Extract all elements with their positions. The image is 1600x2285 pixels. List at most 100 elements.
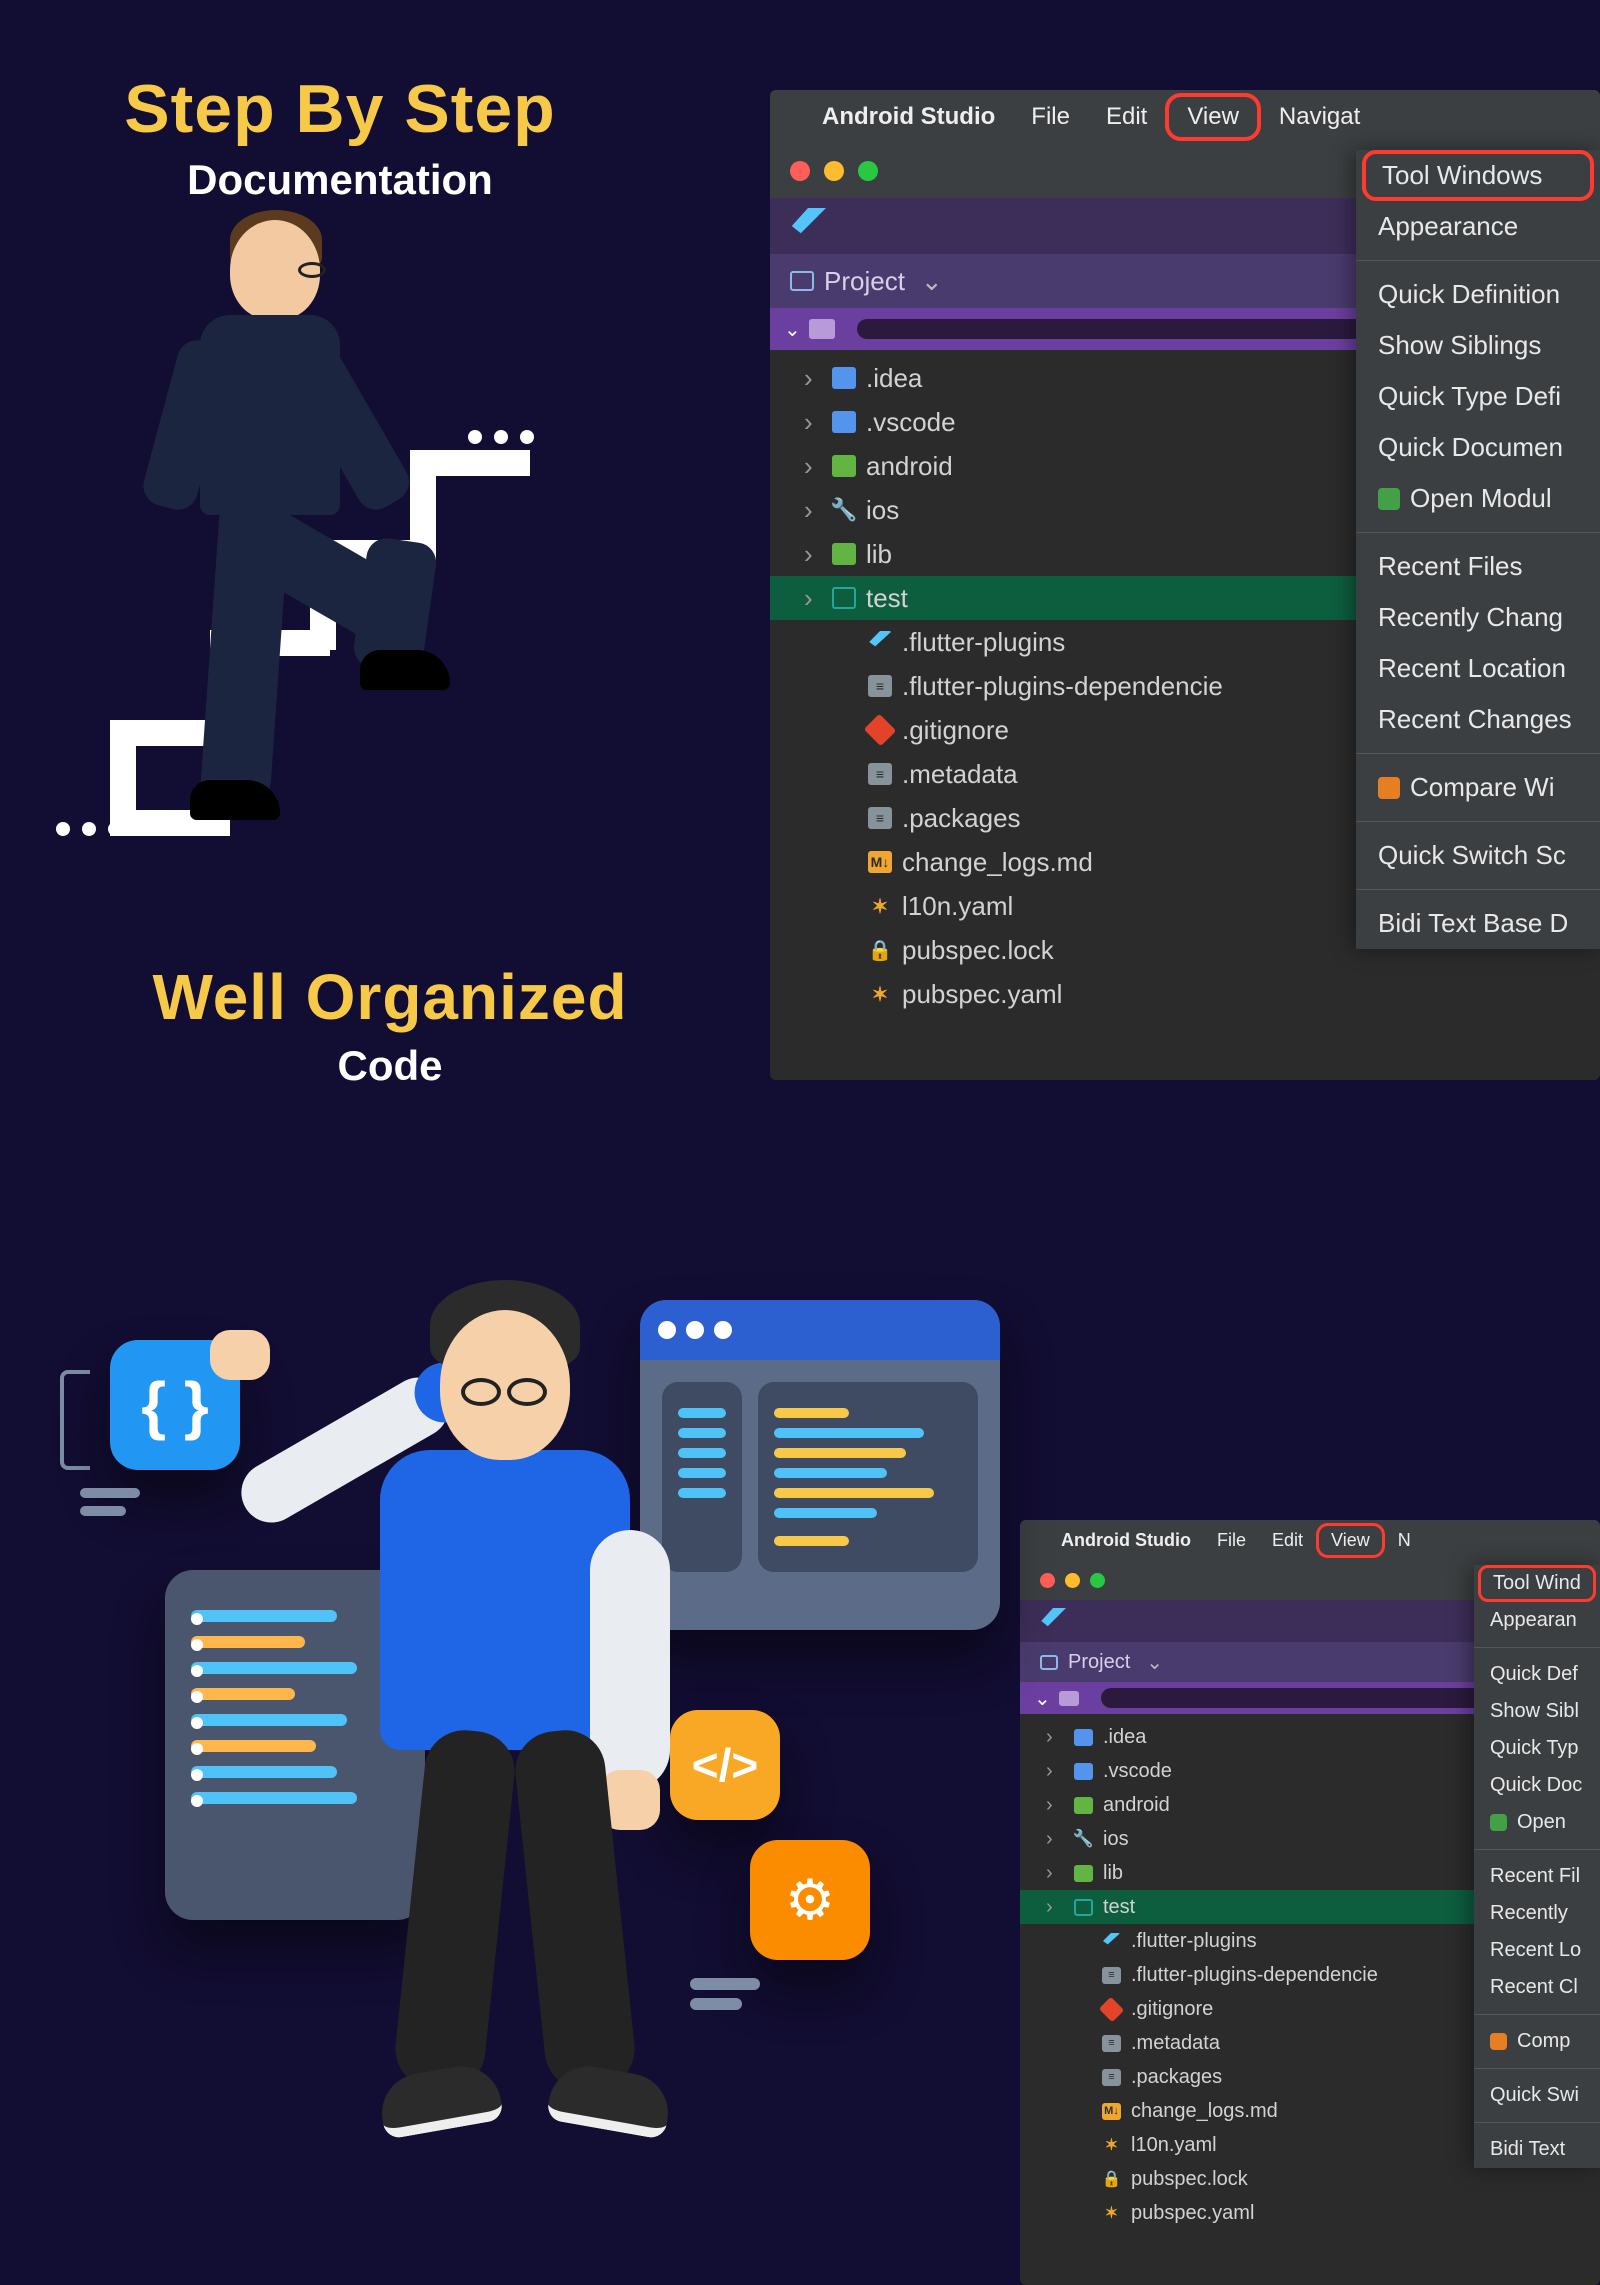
tree-item-label: .metadata bbox=[902, 759, 1018, 790]
tree-item-label: lib bbox=[1103, 1862, 1123, 1885]
window-close-icon[interactable] bbox=[790, 161, 810, 181]
tree-item-label: android bbox=[866, 451, 953, 482]
tree-item-label: .metadata bbox=[1131, 2032, 1220, 2055]
menu-item-label: Recent Cl bbox=[1490, 1976, 1578, 1999]
view-menu-item[interactable]: Open Modul bbox=[1356, 473, 1600, 524]
menu-item-label: Show Siblings bbox=[1378, 330, 1541, 361]
md-icon: M↓ bbox=[1102, 2103, 1121, 2120]
view-menu-item[interactable]: Comp bbox=[1474, 2023, 1600, 2060]
view-menu-item[interactable]: Quick Documen bbox=[1356, 422, 1600, 473]
tree-row[interactable]: ✶pubspec.yaml bbox=[1020, 2196, 1600, 2230]
tree-item-label: l10n.yaml bbox=[902, 891, 1013, 922]
window-maximize-icon[interactable] bbox=[858, 161, 878, 181]
app-name: Android Studio bbox=[804, 93, 1013, 141]
lock-icon: 🔒 bbox=[868, 939, 892, 961]
yaml-icon: ✶ bbox=[1102, 2205, 1121, 2222]
chevron-right-icon: › bbox=[804, 451, 822, 482]
view-menu-item[interactable]: Quick Definition bbox=[1356, 269, 1600, 320]
view-menu-item[interactable]: Quick Typ bbox=[1474, 1730, 1600, 1767]
project-icon bbox=[790, 271, 814, 291]
folder-blue-icon bbox=[832, 411, 856, 433]
menu-edit[interactable]: Edit bbox=[1259, 1523, 1316, 1558]
view-menu-item[interactable]: Recently bbox=[1474, 1895, 1600, 1932]
tree-row[interactable]: ✶pubspec.yaml bbox=[770, 972, 1600, 1016]
window-minimize-icon[interactable] bbox=[1065, 1573, 1080, 1588]
flutter-icon bbox=[790, 208, 826, 244]
menu-item-label: Recently bbox=[1490, 1902, 1568, 1925]
folder-blue-icon bbox=[1074, 1763, 1093, 1780]
view-menu-item[interactable]: Recent Files bbox=[1356, 541, 1600, 592]
menubar: Android Studio File Edit View Navigat bbox=[770, 90, 1600, 144]
menu-divider bbox=[1356, 532, 1600, 533]
view-menu-item[interactable]: Bidi Text bbox=[1474, 2131, 1600, 2168]
view-menu-item[interactable]: Recent Cl bbox=[1474, 1969, 1600, 2006]
view-menu-item[interactable]: Quick Swi bbox=[1474, 2077, 1600, 2114]
view-menu-item[interactable]: Recent Location bbox=[1356, 643, 1600, 694]
chevron-right-icon: › bbox=[804, 407, 822, 438]
lock-icon: 🔒 bbox=[1102, 2171, 1121, 2188]
module-icon bbox=[1490, 1814, 1507, 1831]
organized-subtitle: Code bbox=[80, 1042, 700, 1090]
menu-view[interactable]: View bbox=[1165, 93, 1261, 141]
view-menu-item[interactable]: Appearance bbox=[1356, 201, 1600, 252]
view-menu-item[interactable]: Quick Doc bbox=[1474, 1767, 1600, 1804]
folder-blue-icon bbox=[1074, 1729, 1093, 1746]
chevron-right-icon: › bbox=[804, 495, 822, 526]
flutter-icon bbox=[1102, 1933, 1121, 1950]
tree-item-label: pubspec.lock bbox=[1131, 2168, 1248, 2191]
view-menu-item[interactable]: Recent Changes bbox=[1356, 694, 1600, 745]
tree-item-label: ios bbox=[866, 495, 899, 526]
menu-navigate[interactable]: N bbox=[1385, 1523, 1424, 1558]
developer-illustration: { } </> ⚙ bbox=[50, 1280, 1010, 2180]
view-menu-item[interactable]: Tool Windows bbox=[1362, 150, 1594, 201]
view-menu-item[interactable]: Quick Switch Sc bbox=[1356, 830, 1600, 881]
window-maximize-icon[interactable] bbox=[1090, 1573, 1105, 1588]
menu-divider bbox=[1474, 2014, 1600, 2015]
folder-blue-icon bbox=[832, 367, 856, 389]
view-menu-item[interactable]: Recent Fil bbox=[1474, 1858, 1600, 1895]
tree-item-label: test bbox=[866, 583, 908, 614]
git-icon bbox=[1099, 1996, 1124, 2021]
view-menu-item[interactable]: Recent Lo bbox=[1474, 1932, 1600, 1969]
developer-person bbox=[230, 1270, 730, 2190]
menu-file[interactable]: File bbox=[1013, 93, 1088, 141]
window-close-icon[interactable] bbox=[1040, 1573, 1055, 1588]
view-menu-item[interactable]: Open bbox=[1474, 1804, 1600, 1841]
file-gray-icon: ≡ bbox=[1102, 2035, 1121, 2052]
chevron-down-icon bbox=[915, 266, 943, 297]
view-menu-item[interactable]: Recently Chang bbox=[1356, 592, 1600, 643]
tree-item-label: .gitignore bbox=[902, 715, 1009, 746]
chevron-right-icon: › bbox=[804, 363, 822, 394]
view-menu-item[interactable]: Quick Def bbox=[1474, 1656, 1600, 1693]
tree-item-label: android bbox=[1103, 1794, 1170, 1817]
flutter-icon bbox=[868, 631, 892, 653]
tree-item-label: l10n.yaml bbox=[1131, 2134, 1217, 2157]
view-menu-item[interactable]: Quick Type Defi bbox=[1356, 371, 1600, 422]
menu-item-label: Show Sibl bbox=[1490, 1700, 1579, 1723]
menu-view[interactable]: View bbox=[1316, 1523, 1385, 1558]
menu-file[interactable]: File bbox=[1204, 1523, 1259, 1558]
view-menu-item[interactable]: Tool Wind bbox=[1478, 1565, 1596, 1602]
menu-divider bbox=[1356, 821, 1600, 822]
organized-heading: Well Organized Code bbox=[80, 960, 700, 1090]
menu-item-label: Recent Lo bbox=[1490, 1939, 1581, 1962]
menu-edit[interactable]: Edit bbox=[1088, 93, 1165, 141]
project-label: Project bbox=[824, 266, 905, 297]
tree-item-label: .packages bbox=[1131, 2066, 1222, 2089]
chevron-right-icon: › bbox=[804, 539, 822, 570]
view-menu-item[interactable]: Bidi Text Base D bbox=[1356, 898, 1600, 949]
menu-divider bbox=[1356, 753, 1600, 754]
menu-divider bbox=[1474, 1849, 1600, 1850]
project-icon bbox=[1040, 1655, 1058, 1670]
tree-item-label: pubspec.yaml bbox=[902, 979, 1062, 1010]
menu-navigate[interactable]: Navigat bbox=[1261, 93, 1378, 141]
step-subtitle: Documentation bbox=[80, 156, 600, 204]
view-menu-item[interactable]: Show Siblings bbox=[1356, 320, 1600, 371]
window-minimize-icon[interactable] bbox=[824, 161, 844, 181]
menu-divider bbox=[1356, 889, 1600, 890]
view-menu-item[interactable]: Show Sibl bbox=[1474, 1693, 1600, 1730]
view-menu-item[interactable]: Compare Wi bbox=[1356, 762, 1600, 813]
view-menu-item[interactable]: Appearan bbox=[1474, 1602, 1600, 1639]
businessman-illustration bbox=[110, 220, 370, 780]
step-title: Step By Step bbox=[80, 70, 600, 148]
